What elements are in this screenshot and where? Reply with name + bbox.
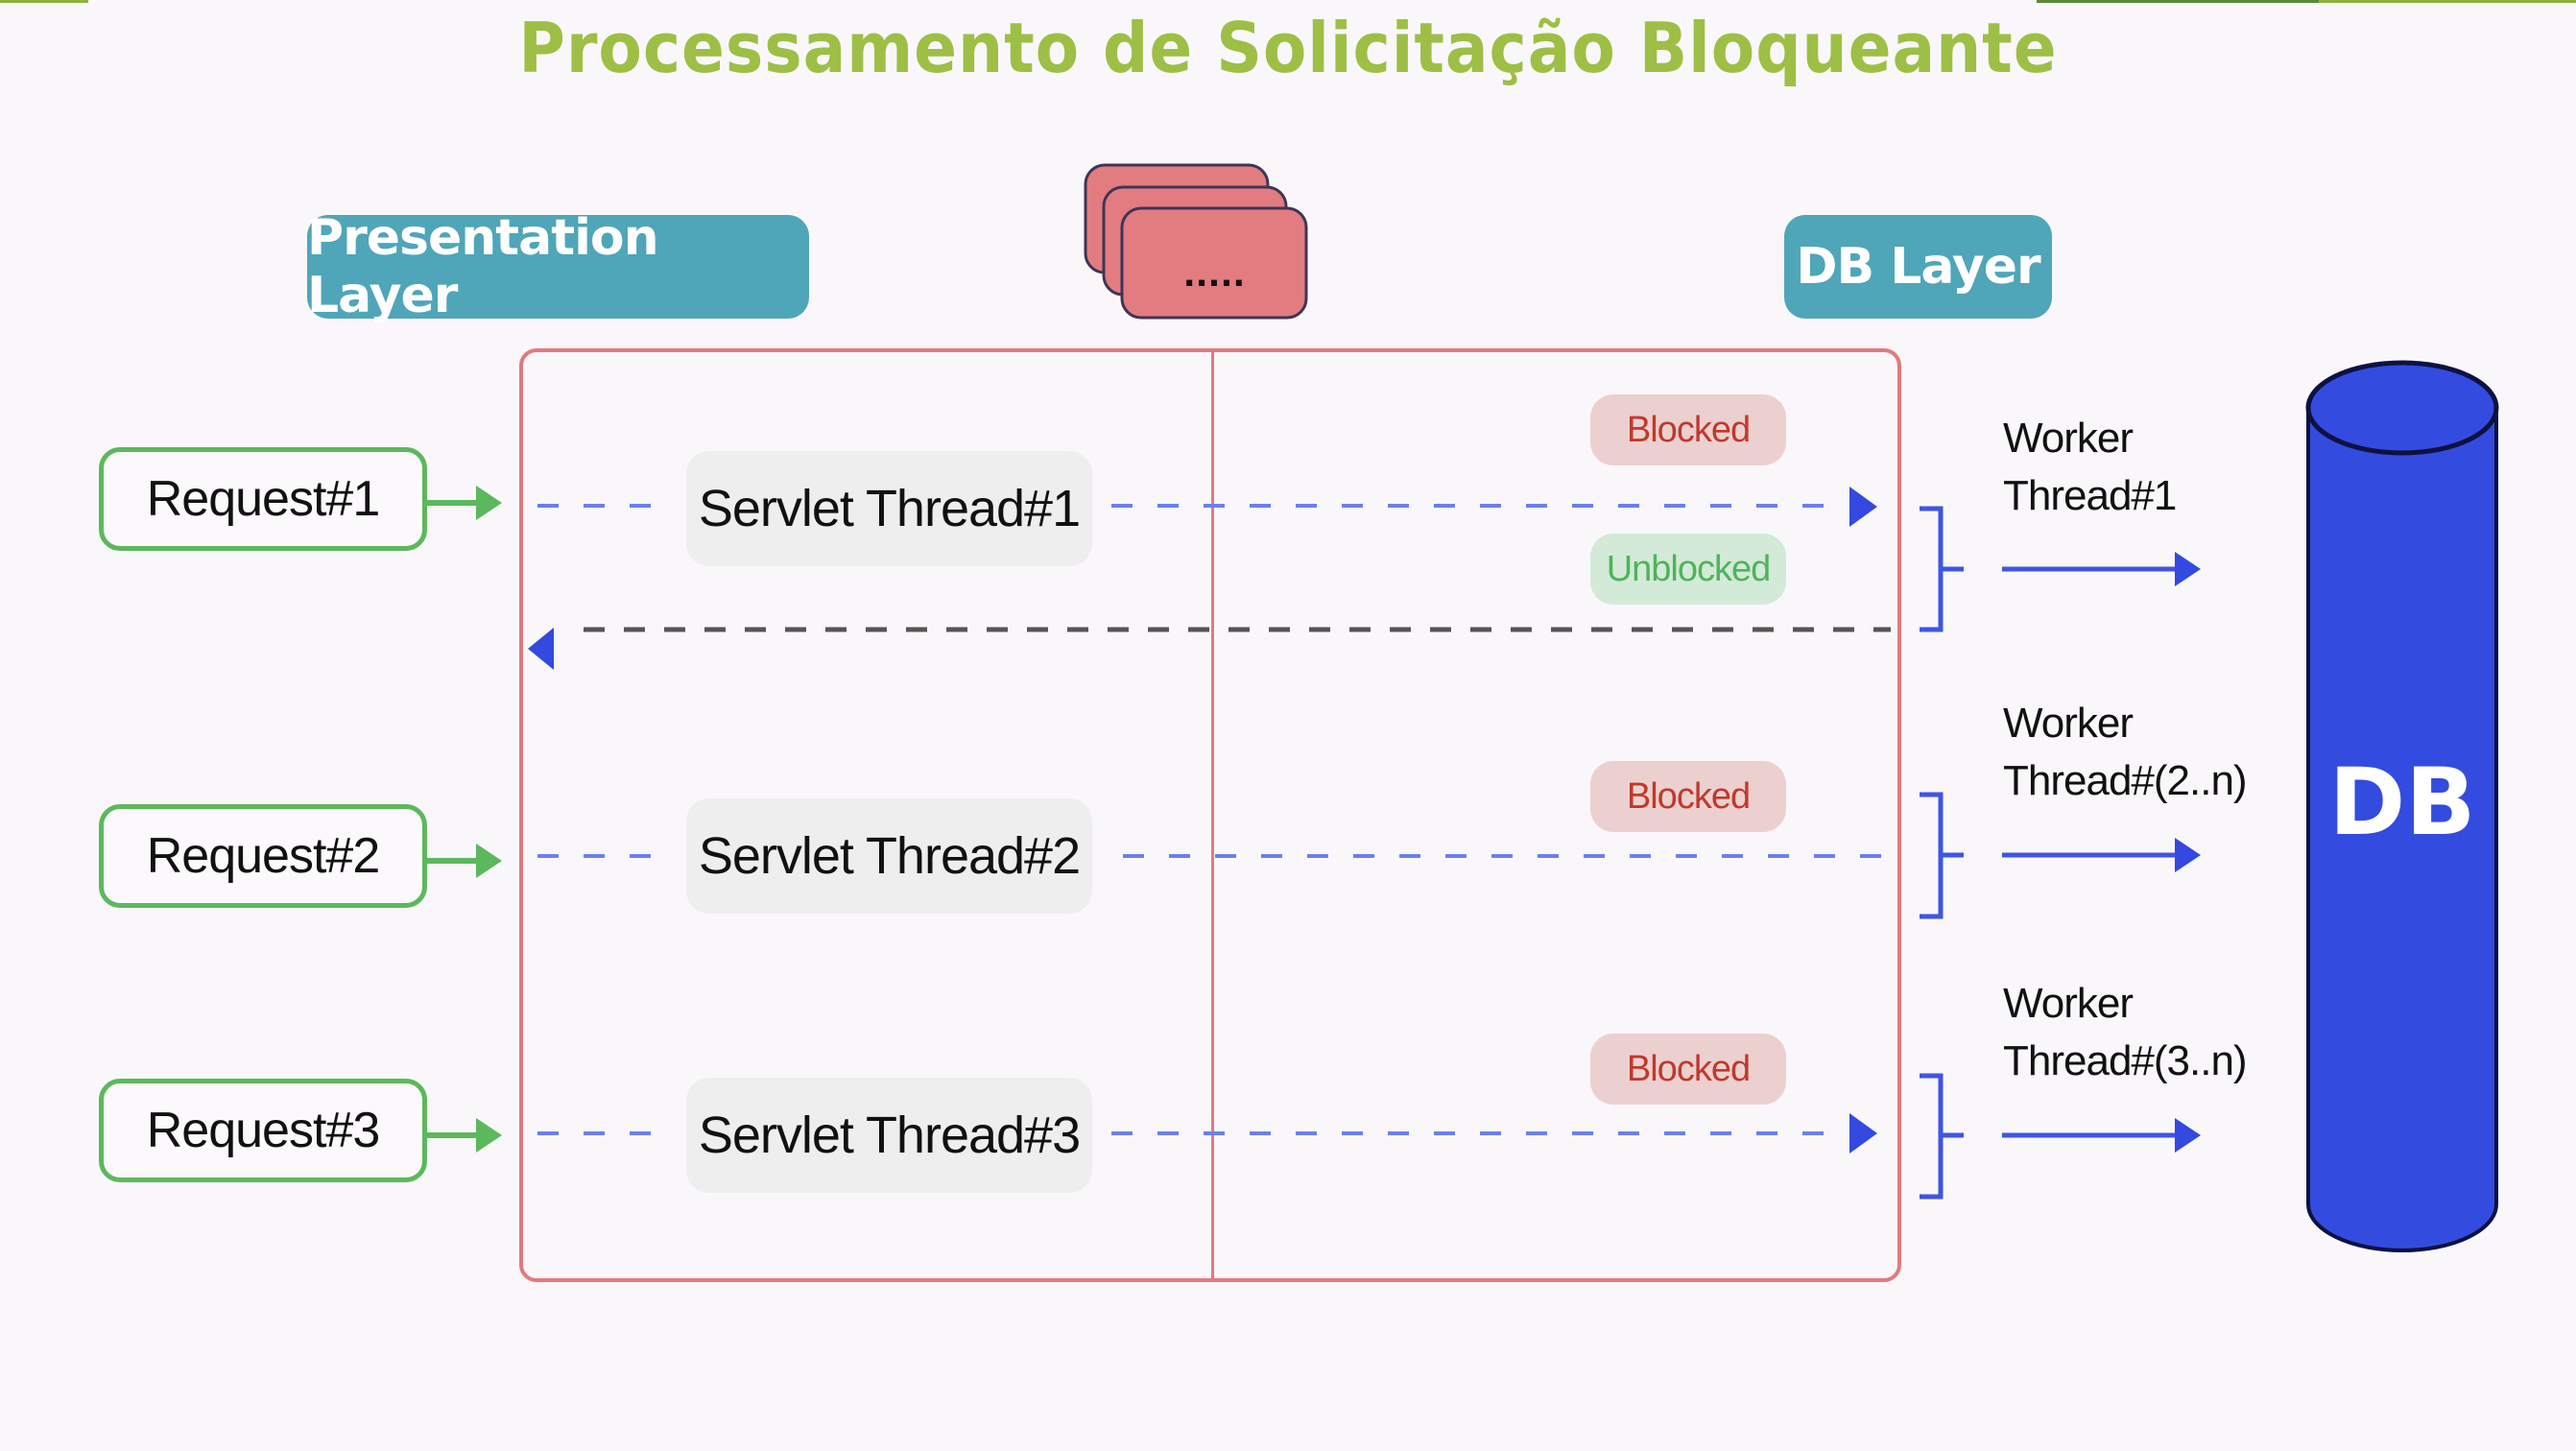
stacked-cards-icon xyxy=(1084,163,1308,320)
request-box-1: Request#1 xyxy=(99,447,427,551)
status-badge-blocked-2: Blocked xyxy=(1590,761,1786,832)
worker-thread-label-2: Worker Thread#(2..n) xyxy=(2003,695,2248,810)
worker-label-line2: Thread#(3..n) xyxy=(2003,1037,2248,1084)
request-box-2: Request#2 xyxy=(99,804,427,908)
status-badge-blocked-1: Blocked xyxy=(1590,394,1786,465)
request-3-arrow xyxy=(427,1118,502,1153)
worker-arrow-2 xyxy=(2002,838,2201,872)
flow-arrowhead-1 xyxy=(1849,487,1877,527)
worker-bracket-1 xyxy=(1920,506,1964,632)
request-2-arrow xyxy=(427,844,502,878)
thread-pool-ellipsis: ..... xyxy=(1183,256,1246,295)
worker-arrow-3 xyxy=(2002,1118,2201,1153)
worker-label-line1: Worker xyxy=(2003,980,2134,1027)
worker-thread-label-3: Worker Thread#(3..n) xyxy=(2003,975,2248,1090)
flow-arrowhead-3 xyxy=(1849,1113,1877,1154)
request-box-3: Request#3 xyxy=(99,1079,427,1182)
worker-label-line1: Worker xyxy=(2003,700,2134,747)
worker-bracket-2 xyxy=(1920,792,1964,919)
worker-thread-label-1: Worker Thread#1 xyxy=(2003,410,2177,525)
servlet-thread-2: Servlet Thread#2 xyxy=(686,798,1092,914)
status-badge-blocked-3: Blocked xyxy=(1590,1034,1786,1105)
worker-bracket-3 xyxy=(1920,1073,1964,1200)
return-arrowhead xyxy=(528,628,554,670)
worker-label-line1: Worker xyxy=(2003,415,2134,462)
worker-label-line2: Thread#1 xyxy=(2003,472,2177,519)
database-label: DB xyxy=(2328,749,2476,856)
worker-label-line2: Thread#(2..n) xyxy=(2003,757,2248,804)
servlet-thread-3: Servlet Thread#3 xyxy=(686,1078,1092,1193)
worker-arrow-1 xyxy=(2002,552,2201,586)
request-1-arrow xyxy=(427,486,502,520)
servlet-thread-1: Servlet Thread#1 xyxy=(686,451,1092,566)
status-badge-unblocked-1: Unblocked xyxy=(1590,534,1786,605)
